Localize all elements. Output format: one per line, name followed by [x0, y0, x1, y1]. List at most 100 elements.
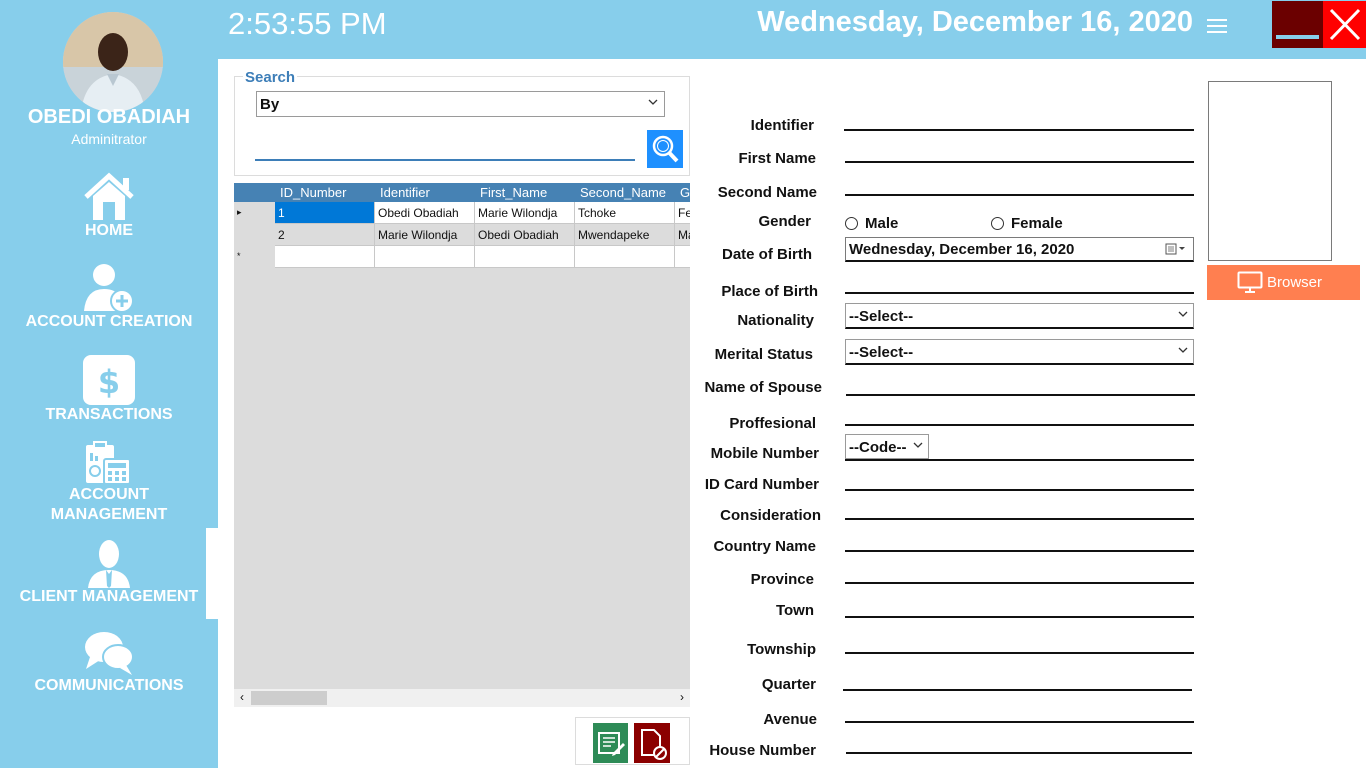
- search-by-value: By: [260, 96, 280, 113]
- avatar: [63, 12, 163, 112]
- province-field[interactable]: [845, 563, 1193, 583]
- table-cell[interactable]: [275, 246, 375, 268]
- quarter-field[interactable]: [843, 670, 1191, 690]
- mobile-number-field[interactable]: [934, 440, 1192, 460]
- nav-account-management-label-1: ACCOUNT: [69, 486, 149, 503]
- table-cell[interactable]: Marie Wilondja: [475, 202, 575, 224]
- nav-account-creation-label: ACCOUNT CREATION: [25, 313, 193, 330]
- quarter-underline: [843, 689, 1192, 691]
- column-header[interactable]: ID_Number: [274, 183, 374, 202]
- search-by-select[interactable]: By: [256, 91, 665, 117]
- user-name: OBEDI OBADIAH: [27, 106, 191, 128]
- nationality-select[interactable]: --Select--: [845, 303, 1194, 329]
- label-identifier: Identifier: [750, 117, 814, 134]
- mobile-code-value: --Code--: [849, 439, 907, 456]
- consideration-field[interactable]: [845, 499, 1193, 519]
- chat-icon: [85, 632, 134, 675]
- spouse-name-field[interactable]: [846, 375, 1194, 395]
- nav-home[interactable]: HOME: [0, 172, 218, 240]
- table-cell[interactable]: Obedi Obadiah: [475, 224, 575, 246]
- second-name-field[interactable]: [845, 175, 1193, 195]
- label-marital-status: Merital Status: [714, 346, 813, 363]
- township-field[interactable]: [845, 633, 1193, 653]
- nav-transactions[interactable]: $ TRANSACTIONS: [0, 354, 218, 424]
- avenue-field[interactable]: [845, 702, 1193, 722]
- radio-button[interactable]: [845, 217, 858, 230]
- table-cell[interactable]: [475, 246, 575, 268]
- scrollbar-thumb[interactable]: [251, 691, 327, 705]
- table-row-new[interactable]: *: [234, 246, 690, 268]
- delete-button[interactable]: [634, 723, 670, 763]
- close-button[interactable]: [1323, 1, 1366, 48]
- marital-status-select[interactable]: --Select--: [845, 339, 1194, 365]
- house-number-underline: [846, 752, 1192, 754]
- mobile-code-select[interactable]: --Code--: [845, 434, 929, 459]
- horizontal-scrollbar[interactable]: ‹ ›: [234, 689, 690, 707]
- computer-icon: [1237, 271, 1263, 293]
- table-cell[interactable]: [375, 246, 475, 268]
- label-mobile-number: Mobile Number: [710, 445, 819, 462]
- profession-field[interactable]: [845, 405, 1193, 425]
- column-header[interactable]: First_Name: [474, 183, 574, 202]
- identifier-underline: [844, 129, 1194, 131]
- table-cell[interactable]: Obedi Obadiah: [375, 202, 475, 224]
- label-consideration: Consideration: [720, 507, 821, 524]
- country-name-field[interactable]: [845, 531, 1193, 551]
- table-row[interactable]: 2 Marie Wilondja Obedi Obadiah Mwendapek…: [234, 224, 690, 246]
- clients-grid[interactable]: ID_Number Identifier First_Name Second_N…: [234, 183, 690, 707]
- label-place-of-birth: Place of Birth: [721, 283, 818, 300]
- column-header[interactable]: Identifier: [374, 183, 474, 202]
- nav-communications-label: COMMUNICATIONS: [34, 677, 184, 694]
- browse-button-label: Browser: [1267, 274, 1323, 291]
- search-icon: [652, 135, 679, 163]
- nav-account-management-label-2: MANAGEMENT: [50, 506, 168, 523]
- row-selector[interactable]: ▸: [234, 202, 275, 224]
- id-card-number-field[interactable]: [845, 470, 1193, 490]
- town-field[interactable]: [845, 597, 1193, 617]
- hamburger-menu-icon[interactable]: [1206, 16, 1228, 36]
- nav-client-management[interactable]: CLIENT MANAGEMENT: [0, 538, 218, 606]
- active-indicator: [206, 528, 218, 619]
- radio-button[interactable]: [991, 217, 1004, 230]
- table-cell[interactable]: [575, 246, 675, 268]
- chevron-down-icon: [1178, 347, 1188, 353]
- table-cell[interactable]: 2: [275, 224, 375, 246]
- label-gender: Gender: [758, 213, 811, 230]
- chevron-down-icon: [1178, 311, 1188, 317]
- gender-female-radio[interactable]: Female: [991, 215, 1063, 232]
- house-number-field[interactable]: [846, 733, 1192, 753]
- identifier-field[interactable]: [845, 110, 1193, 130]
- nav-account-management[interactable]: ACCOUNT MANAGEMENT: [0, 441, 218, 525]
- accounting-icon: [86, 441, 131, 485]
- column-header[interactable]: Second_Name: [574, 183, 674, 202]
- table-cell[interactable]: Marie Wilondja: [375, 224, 475, 246]
- label-township: Township: [747, 641, 816, 658]
- nav-account-creation[interactable]: ACCOUNT CREATION: [0, 261, 218, 331]
- first-name-field[interactable]: [845, 142, 1193, 162]
- consideration-underline: [845, 518, 1194, 520]
- search-input[interactable]: [255, 135, 635, 161]
- date-of-birth-picker[interactable]: Wednesday, December 16, 2020: [845, 237, 1194, 262]
- mobile-number-underline: [845, 459, 1194, 461]
- row-selector[interactable]: [234, 224, 275, 246]
- search-button[interactable]: [647, 130, 683, 168]
- table-cell[interactable]: Mwendapeke: [575, 224, 675, 246]
- label-name-of-spouse: Name of Spouse: [704, 379, 822, 396]
- gender-male-radio[interactable]: Male: [845, 215, 898, 232]
- nav-transactions-label: TRANSACTIONS: [45, 406, 173, 423]
- svg-text:$: $: [98, 363, 120, 401]
- table-cell[interactable]: Tchoke: [575, 202, 675, 224]
- nav-communications[interactable]: COMMUNICATIONS: [0, 629, 218, 695]
- label-first-name: First Name: [738, 150, 816, 167]
- table-row[interactable]: ▸ 1 Obedi Obadiah Marie Wilondja Tchoke …: [234, 202, 690, 224]
- edit-button[interactable]: [593, 723, 628, 763]
- town-underline: [845, 616, 1194, 618]
- place-of-birth-field[interactable]: [845, 273, 1193, 293]
- row-selector[interactable]: *: [234, 246, 275, 268]
- minimize-button[interactable]: [1272, 1, 1323, 48]
- table-cell[interactable]: 1: [275, 202, 375, 224]
- scroll-left-icon[interactable]: ‹: [235, 690, 249, 704]
- label-province: Province: [750, 571, 814, 588]
- profession-underline: [845, 424, 1194, 426]
- browse-button[interactable]: Browser: [1207, 265, 1360, 300]
